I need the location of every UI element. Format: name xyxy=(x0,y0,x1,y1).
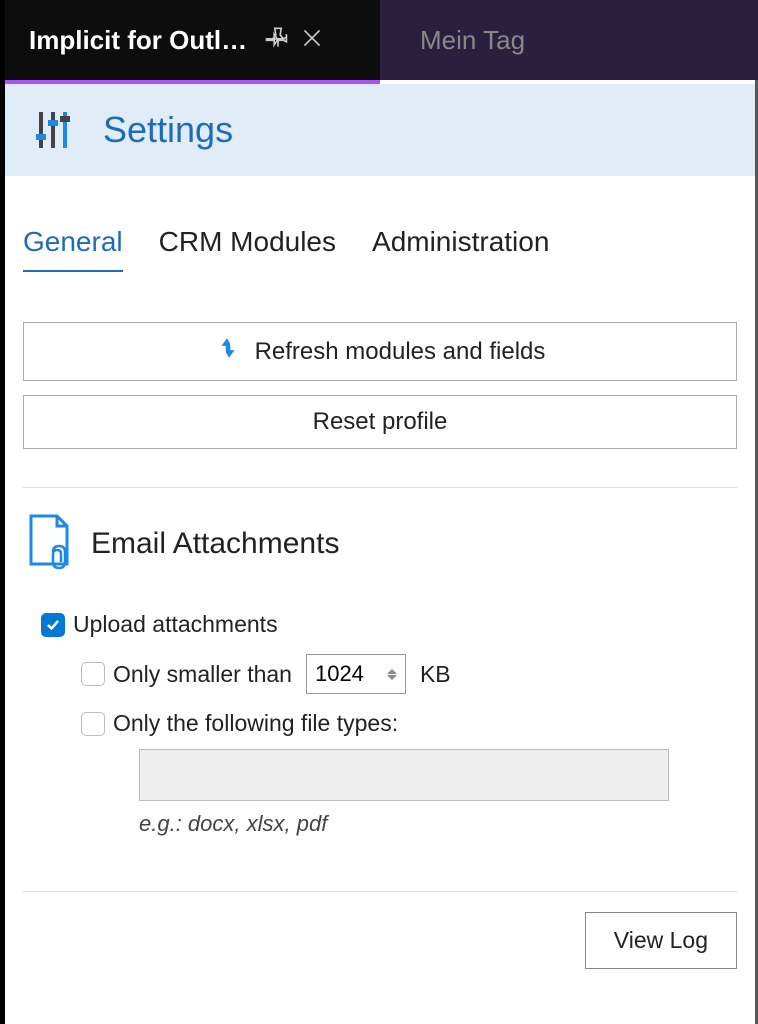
file-types-hint: e.g.: docx, xlsx, pdf xyxy=(139,811,737,837)
tab-administration[interactable]: Administration xyxy=(372,226,549,272)
page-header: Settings xyxy=(5,84,755,176)
only-smaller-checkbox[interactable] xyxy=(81,662,105,686)
size-input[interactable]: 1024 xyxy=(306,654,406,694)
file-types-row: Only the following file types: xyxy=(81,710,737,737)
footer: View Log xyxy=(5,892,755,969)
content-area: Settings General CRM Modules Administrat… xyxy=(0,80,758,1024)
reset-profile-button[interactable]: Reset profile xyxy=(23,395,737,449)
sliders-icon xyxy=(29,106,77,154)
only-smaller-label: Only smaller than xyxy=(113,661,292,688)
action-buttons: Refresh modules and fields Reset profile xyxy=(5,272,755,449)
settings-tabs: General CRM Modules Administration xyxy=(5,176,755,272)
document-attachment-icon xyxy=(23,512,75,575)
reset-profile-label: Reset profile xyxy=(313,408,448,436)
tab-crm-modules[interactable]: CRM Modules xyxy=(159,226,336,272)
window-tab-title: Mein Tag xyxy=(420,25,525,56)
close-icon[interactable] xyxy=(299,25,325,56)
upload-attachments-row: Upload attachments xyxy=(41,611,737,638)
page-title: Settings xyxy=(103,109,233,151)
refresh-icon xyxy=(215,335,241,368)
view-log-button[interactable]: View Log xyxy=(585,912,737,969)
section-title: Email Attachments xyxy=(91,527,339,561)
spinner-icon[interactable] xyxy=(387,669,397,680)
only-smaller-row: Only smaller than 1024 KB xyxy=(81,654,737,694)
window-tab-inactive[interactable]: Mein Tag xyxy=(380,0,549,80)
upload-attachments-label: Upload attachments xyxy=(73,611,278,638)
section-header: Email Attachments xyxy=(23,512,737,575)
file-types-checkbox[interactable] xyxy=(81,712,105,736)
file-types-label: Only the following file types: xyxy=(113,710,398,737)
file-types-input[interactable] xyxy=(139,749,669,801)
upload-attachments-checkbox[interactable] xyxy=(41,613,65,637)
pin-icon[interactable] xyxy=(265,25,291,56)
window-tab-bar: Implicit for Outl… Mein Tag xyxy=(0,0,758,80)
size-unit: KB xyxy=(420,661,451,688)
size-value: 1024 xyxy=(315,661,387,687)
window-tab-title: Implicit for Outl… xyxy=(29,25,247,56)
window-tab-active[interactable]: Implicit for Outl… xyxy=(5,0,380,80)
email-attachments-section: Email Attachments Upload attachments Onl… xyxy=(5,488,755,837)
refresh-button-label: Refresh modules and fields xyxy=(255,338,546,366)
tab-general[interactable]: General xyxy=(23,226,123,272)
refresh-button[interactable]: Refresh modules and fields xyxy=(23,322,737,381)
